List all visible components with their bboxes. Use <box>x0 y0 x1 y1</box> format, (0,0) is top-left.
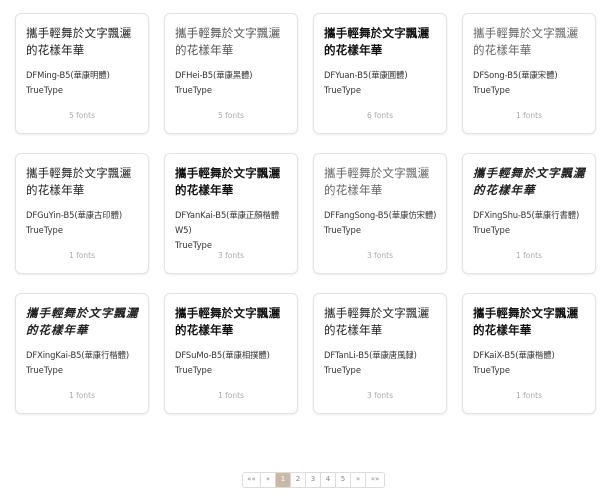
font-name: DFMing-B5(華康明體) <box>26 70 110 80</box>
font-name: DFXingKai-B5(華康行楷體) <box>26 350 130 360</box>
font-name: DFSuMo-B5(華康相撲體) <box>175 350 270 360</box>
font-card-dfxingshu[interactable]: 攜手輕舞於文字飄灑的花樣年華 DFXingShu-B5(華康行書體) TrueT… <box>462 153 596 274</box>
font-count: 1 fonts <box>69 251 95 260</box>
page-5-button[interactable]: 5 <box>336 473 351 487</box>
font-type: TrueType <box>324 85 362 95</box>
font-name: DFGuYin-B5(華康古印體) <box>26 210 123 220</box>
font-card-dfhei[interactable]: 攜手輕舞於文字飄灑的花樣年華 DFHei-B5(華康黑體) TrueType 5… <box>164 13 298 134</box>
font-count: 3 fonts <box>367 391 393 400</box>
prev-page-button[interactable]: « <box>261 473 276 487</box>
font-card-dfkaix[interactable]: 攜手輕舞於文字飄灑的花樣年華 DFKaiX-B5(華康楷體) TrueType … <box>462 293 596 414</box>
next-page-button[interactable]: » <box>351 473 366 487</box>
font-card-dfyankai[interactable]: 攜手輕舞於文字飄灑的花樣年華 DFYanKai-B5(華康正顏楷體W5) Tru… <box>164 153 298 274</box>
font-type: TrueType <box>324 225 362 235</box>
font-card-dfguyin[interactable]: 攜手輕舞於文字飄灑的花樣年華 DFGuYin-B5(華康古印體) TrueTyp… <box>15 153 149 274</box>
font-card-dffangsong[interactable]: 攜手輕舞於文字飄灑的花樣年華 DFFangSong-B5(華康仿宋體) True… <box>313 153 447 274</box>
page-2-button[interactable]: 2 <box>291 473 306 487</box>
font-count: 3 fonts <box>367 251 393 260</box>
font-name: DFKaiX-B5(華康楷體) <box>473 350 555 360</box>
font-card-dftanli[interactable]: 攜手輕舞於文字飄灑的花樣年華 DFTanLi-B5(華康唐風隸) TrueTyp… <box>313 293 447 414</box>
font-name: DFFangSong-B5(華康仿宋體) <box>324 210 437 220</box>
font-type: TrueType <box>26 85 64 95</box>
page-3-button[interactable]: 3 <box>306 473 321 487</box>
font-sample: 攜手輕舞於文字飄灑的花樣年華 <box>175 166 281 197</box>
font-sample: 攜手輕舞於文字飄灑的花樣年華 <box>26 306 139 337</box>
pagination: «« « 1 2 3 4 5 » »» <box>242 472 385 488</box>
font-sample: 攜手輕舞於文字飄灑的花樣年華 <box>175 26 281 57</box>
font-type: TrueType <box>473 85 511 95</box>
page-1-button[interactable]: 1 <box>276 473 291 487</box>
font-card-dfsong[interactable]: 攜手輕舞於文字飄灑的花樣年華 DFSong-B5(華康宋體) TrueType … <box>462 13 596 134</box>
font-card-dfxingkai[interactable]: 攜手輕舞於文字飄灑的花樣年華 DFXingKai-B5(華康行楷體) TrueT… <box>15 293 149 414</box>
font-count: 1 fonts <box>516 251 542 260</box>
font-count: 1 fonts <box>69 391 95 400</box>
font-sample: 攜手輕舞於文字飄灑的花樣年華 <box>324 166 430 197</box>
font-sample: 攜手輕舞於文字飄灑的花樣年華 <box>473 26 579 57</box>
font-grid: 攜手輕舞於文字飄灑的花樣年華 DFMing-B5(華康明體) TrueType … <box>15 13 596 414</box>
font-count: 5 fonts <box>69 111 95 120</box>
font-sample: 攜手輕舞於文字飄灑的花樣年華 <box>26 166 132 197</box>
font-type: TrueType <box>26 225 64 235</box>
font-type: TrueType <box>473 225 511 235</box>
font-sample: 攜手輕舞於文字飄灑的花樣年華 <box>26 26 132 57</box>
font-sample: 攜手輕舞於文字飄灑的花樣年華 <box>324 26 430 57</box>
font-name: DFYanKai-B5(華康正顏楷體W5) <box>175 210 279 235</box>
font-sample: 攜手輕舞於文字飄灑的花樣年華 <box>175 306 281 337</box>
font-count: 1 fonts <box>218 391 244 400</box>
font-count: 6 fonts <box>367 111 393 120</box>
font-count: 1 fonts <box>516 391 542 400</box>
font-sample: 攜手輕舞於文字飄灑的花樣年華 <box>473 306 579 337</box>
font-name: DFYuan-B5(華康圓體) <box>324 70 408 80</box>
font-type: TrueType <box>175 85 213 95</box>
font-card-dfsumo[interactable]: 攜手輕舞於文字飄灑的花樣年華 DFSuMo-B5(華康相撲體) TrueType… <box>164 293 298 414</box>
font-type: TrueType <box>175 365 213 375</box>
font-type: TrueType <box>473 365 511 375</box>
font-name: DFXingShu-B5(華康行書體) <box>473 210 580 220</box>
last-page-button[interactable]: »» <box>366 473 384 487</box>
font-name: DFTanLi-B5(華康唐風隸) <box>324 350 417 360</box>
font-name: DFSong-B5(華康宋體) <box>473 70 558 80</box>
font-card-dfyuan[interactable]: 攜手輕舞於文字飄灑的花樣年華 DFYuan-B5(華康圓體) TrueType … <box>313 13 447 134</box>
font-count: 3 fonts <box>218 251 244 260</box>
font-type: TrueType <box>26 365 64 375</box>
font-count: 1 fonts <box>516 111 542 120</box>
font-sample: 攜手輕舞於文字飄灑的花樣年華 <box>473 166 586 197</box>
font-name: DFHei-B5(華康黑體) <box>175 70 253 80</box>
font-type: TrueType <box>324 365 362 375</box>
font-count: 5 fonts <box>218 111 244 120</box>
font-card-dfming[interactable]: 攜手輕舞於文字飄灑的花樣年華 DFMing-B5(華康明體) TrueType … <box>15 13 149 134</box>
first-page-button[interactable]: «« <box>243 473 261 487</box>
font-sample: 攜手輕舞於文字飄灑的花樣年華 <box>324 306 430 337</box>
page-4-button[interactable]: 4 <box>321 473 336 487</box>
